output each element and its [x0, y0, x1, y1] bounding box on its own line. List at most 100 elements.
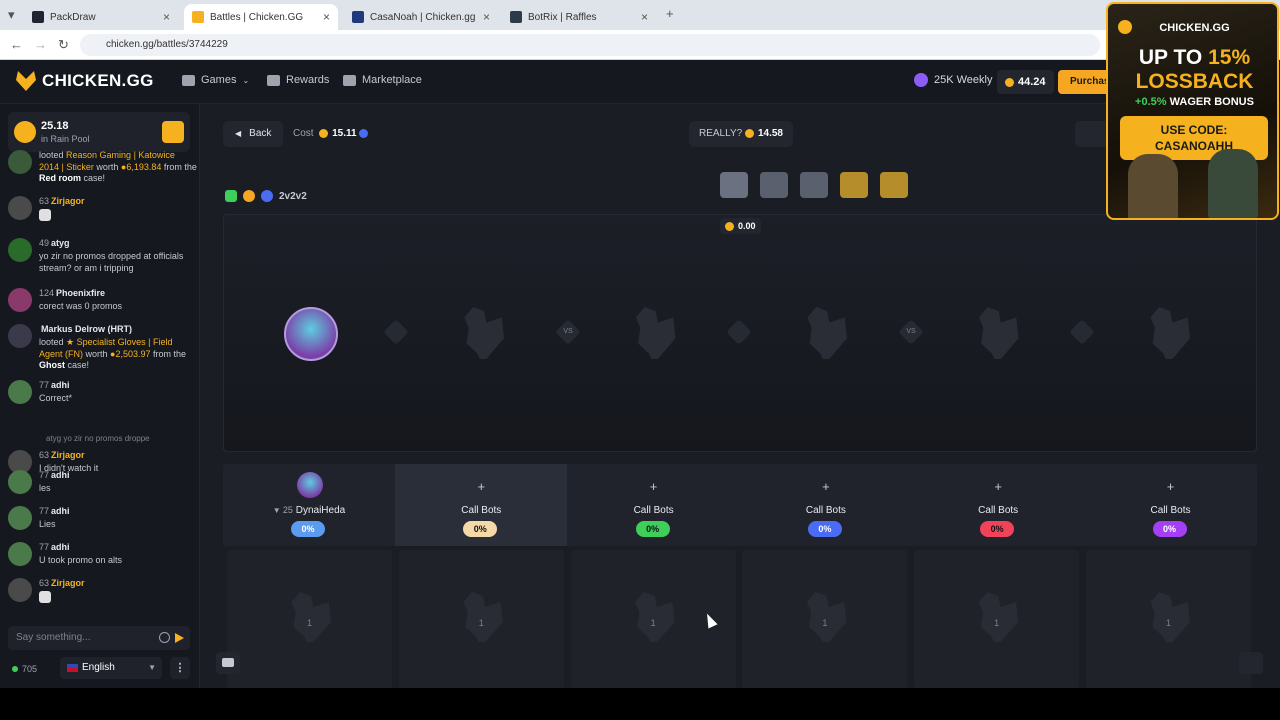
gamepad-icon: [182, 74, 195, 86]
message-text: yo zir no promos dropped at officials st…: [39, 251, 184, 273]
url-field[interactable]: chicken.gg/battles/3744229: [80, 34, 1100, 56]
new-tab-icon[interactable]: +: [666, 6, 674, 21]
username[interactable]: atyg: [51, 238, 70, 248]
back-button[interactable]: ◀ Back: [223, 121, 284, 147]
avatar[interactable]: [8, 324, 32, 348]
weekly-race[interactable]: 25K Weekly: [914, 73, 993, 87]
tab-favicon-icon: [32, 11, 44, 23]
plus-icon[interactable]: +: [645, 478, 663, 496]
message-text: looted Reason Gaming | Katowice 2014 | S…: [39, 150, 197, 183]
avatar[interactable]: [8, 380, 32, 404]
browser-tab[interactable]: CasaNoah | Chicken.gg Leader... ×: [344, 4, 498, 30]
close-icon[interactable]: ×: [163, 10, 170, 24]
taskbar: [0, 688, 1280, 720]
call-bots-slot[interactable]: + Call Bots 0%: [740, 464, 912, 546]
username[interactable]: adhi: [51, 470, 70, 480]
plus-icon[interactable]: +: [472, 478, 490, 496]
tab-list-icon[interactable]: ▾: [8, 7, 15, 23]
close-icon[interactable]: ×: [323, 10, 330, 24]
chat-toggle-button[interactable]: [216, 652, 240, 674]
plus-icon[interactable]: +: [817, 478, 835, 496]
site-logo[interactable]: CHICKEN.GG: [16, 71, 154, 91]
round-number: 1: [306, 618, 312, 628]
call-bots-slot[interactable]: + Call Bots 0%: [568, 464, 740, 546]
emoji-icon[interactable]: [159, 632, 170, 643]
language-select[interactable]: English ▼: [60, 657, 162, 679]
round-column: 1: [227, 550, 392, 688]
chat-menu-button[interactable]: ⋮: [170, 657, 190, 679]
chicken-placeholder-icon: [464, 307, 504, 359]
nav-rewards[interactable]: Rewards: [267, 74, 329, 86]
username[interactable]: Phoenixfire: [56, 288, 105, 298]
call-bots-label[interactable]: Call Bots: [568, 505, 740, 516]
plus-icon[interactable]: +: [1162, 478, 1180, 496]
chat-message: 124 Phoenixfire corect was 0 promos: [8, 288, 194, 324]
weekly-label: 25K Weekly: [934, 74, 993, 86]
avatar[interactable]: [297, 472, 323, 498]
call-bots-label[interactable]: Call Bots: [740, 505, 912, 516]
round-column: 1: [914, 550, 1080, 688]
case-item[interactable]: [800, 172, 828, 198]
message-text: Correct*: [39, 393, 73, 403]
round-column: 1: [1086, 550, 1251, 688]
balance-display[interactable]: 44.24: [997, 70, 1054, 94]
promo-ad[interactable]: CHICKEN.GG UP TO 15% LOSSBACK +0.5% WAGE…: [1106, 2, 1279, 220]
avatar[interactable]: [8, 542, 32, 566]
case-item[interactable]: [840, 172, 868, 198]
close-icon[interactable]: ×: [641, 10, 648, 24]
slot-separator: VS: [897, 319, 924, 345]
soldier-figure-right: [1208, 149, 1258, 218]
case-item[interactable]: [720, 172, 748, 198]
call-bots-label[interactable]: Call Bots: [912, 505, 1084, 516]
crown-icon: [225, 190, 237, 202]
username[interactable]: adhi: [51, 506, 70, 516]
browser-tab[interactable]: PackDraw ×: [24, 4, 178, 30]
separator-label: VS: [905, 328, 916, 335]
call-bots-label[interactable]: Call Bots: [395, 505, 567, 516]
forward-arrow-icon[interactable]: →: [34, 37, 47, 52]
reload-icon[interactable]: ↻: [58, 37, 69, 53]
support-button[interactable]: [1239, 652, 1263, 674]
close-icon[interactable]: ×: [483, 10, 490, 24]
nav-marketplace[interactable]: Marketplace: [343, 74, 422, 86]
browser-tab[interactable]: BotRix | Raffles ×: [502, 4, 656, 30]
username[interactable]: adhi: [51, 542, 70, 552]
username[interactable]: Markus Delrow (HRT): [41, 324, 132, 334]
chat-input[interactable]: Say something...: [8, 626, 190, 650]
username[interactable]: Zirjagor: [51, 196, 85, 206]
ad-bonus-label: WAGER BONUS: [1166, 96, 1254, 108]
case-item[interactable]: [880, 172, 908, 198]
round-column: 1: [398, 550, 564, 688]
ad-line1-prefix: UP TO: [1138, 46, 1209, 69]
player-name[interactable]: DynaiHeda: [296, 505, 345, 516]
username[interactable]: adhi: [51, 380, 70, 390]
plus-icon[interactable]: +: [989, 478, 1007, 496]
send-icon[interactable]: [175, 633, 184, 643]
avatar[interactable]: [8, 506, 32, 530]
browser-tab[interactable]: Battles | Chicken.GG ×: [184, 4, 338, 30]
back-arrow-icon[interactable]: ←: [10, 37, 23, 52]
username[interactable]: Zirjagor: [51, 578, 85, 588]
user-level: 63: [39, 196, 50, 206]
rain-stack-button[interactable]: [162, 121, 184, 143]
tab-title: Battles | Chicken.GG: [210, 11, 304, 23]
avatar[interactable]: [8, 238, 32, 262]
call-bots-slot[interactable]: + Call Bots 0%: [395, 464, 568, 546]
message-meta: 77 adhi: [39, 506, 70, 516]
case-item[interactable]: [760, 172, 788, 198]
avatar[interactable]: [8, 196, 32, 220]
chicken-placeholder-icon: [463, 592, 503, 642]
message-meta: 63 Zirjagor: [39, 578, 85, 588]
avatar[interactable]: [8, 578, 32, 602]
call-bots-slot[interactable]: + Call Bots 0%: [1085, 464, 1257, 546]
chicken-placeholder-icon: [978, 592, 1019, 642]
call-bots-label[interactable]: Call Bots: [1085, 505, 1257, 516]
avatar[interactable]: [8, 150, 32, 174]
call-bots-slot[interactable]: + Call Bots 0%: [912, 464, 1084, 546]
battle-mode: 2v2v2: [225, 190, 307, 202]
avatar[interactable]: [8, 288, 32, 312]
avatar[interactable]: [8, 470, 32, 494]
nav-games[interactable]: Games ⌄: [182, 74, 249, 86]
chat-sidebar: 25.18 in Rain Pool looted Reason Gaming …: [0, 104, 200, 688]
username[interactable]: Zirjagor: [51, 450, 85, 460]
